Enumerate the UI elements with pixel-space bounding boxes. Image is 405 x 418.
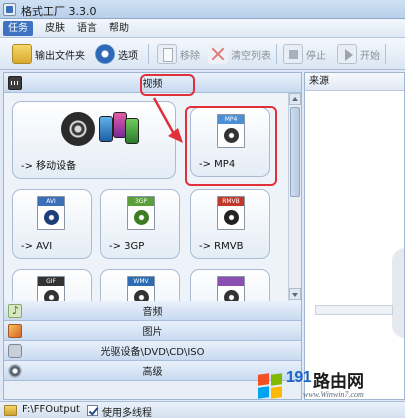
folder-icon	[12, 44, 32, 64]
music-note-icon	[8, 304, 22, 318]
film-icon	[8, 76, 22, 90]
tile-avi-label: -> AVI	[21, 241, 53, 252]
category-audio-label: 音频	[142, 307, 163, 318]
category-disc[interactable]: 光驱设备\DVD\CD\ISO	[4, 341, 301, 361]
clear-list-button[interactable]: 清空列表	[208, 42, 271, 66]
watermark-url: www.Winwin7.com	[303, 390, 364, 399]
tile-rmvb[interactable]: RMVB -> RMVB	[190, 189, 270, 259]
options-icon	[95, 44, 115, 64]
picture-icon	[8, 324, 22, 338]
remove-label: 移除	[180, 50, 200, 62]
remove-icon	[157, 44, 177, 64]
window-title: 格式工厂 3.3.0	[21, 5, 97, 18]
tile-wmv[interactable]: WMV	[100, 269, 180, 301]
tile-scrollbar[interactable]	[288, 93, 301, 301]
menu-item-skin[interactable]: 皮肤	[40, 21, 70, 36]
mobile-device-icon	[61, 110, 141, 154]
wmv-badge: WMV	[128, 277, 154, 286]
scrollbar-thumb[interactable]	[290, 107, 300, 197]
toolbar-separator	[148, 44, 149, 64]
category-advanced[interactable]: 高级	[4, 361, 301, 381]
stop-button[interactable]: 停止	[283, 42, 326, 66]
avi-badge: AVI	[38, 197, 64, 206]
toolbar-separator	[276, 44, 277, 64]
menu-item-language[interactable]: 语言	[72, 21, 102, 36]
gif-badge: GIF	[38, 277, 64, 286]
panel-decoration	[392, 248, 404, 338]
options-button[interactable]: 选项	[95, 42, 138, 66]
toolbar-separator	[385, 44, 386, 64]
panel-filler	[4, 381, 301, 399]
disc-drive-icon	[8, 344, 22, 358]
menu-item-task[interactable]: 任务	[3, 21, 33, 36]
stop-label: 停止	[306, 50, 326, 62]
clear-icon	[208, 44, 228, 64]
tile-gif[interactable]: GIF	[12, 269, 92, 301]
watermark-text: 路由网	[313, 372, 364, 392]
rmvb-badge: RMVB	[218, 197, 244, 206]
tile-format[interactable]	[190, 269, 270, 301]
category-image[interactable]: 图片	[4, 321, 301, 341]
options-label: 选项	[118, 50, 138, 62]
multithread-checkbox[interactable]	[87, 405, 98, 416]
output-folder-button[interactable]: 输出文件夹	[12, 42, 85, 66]
start-button[interactable]: 开始	[337, 42, 380, 66]
tile-3gp[interactable]: 3GP -> 3GP	[100, 189, 180, 259]
app-icon	[3, 3, 16, 16]
start-label: 开始	[360, 50, 380, 62]
file-list-panel: 来源	[304, 72, 405, 400]
category-disc-label: 光驱设备\DVD\CD\ISO	[100, 347, 205, 358]
output-path: F:\FFOutput	[22, 404, 80, 415]
start-icon	[337, 44, 357, 64]
horizontal-scrollbar[interactable]	[315, 305, 393, 315]
scroll-down-arrow-icon[interactable]	[289, 288, 301, 300]
source-column-header[interactable]: 来源	[305, 73, 404, 91]
stop-icon	[283, 44, 303, 64]
menu-bar: 任务 皮肤 语言 帮助	[0, 19, 405, 38]
remove-button[interactable]: 移除	[157, 42, 200, 66]
output-folder-label: 输出文件夹	[35, 50, 85, 62]
multithread-label: 使用多线程	[102, 408, 152, 418]
folder-icon[interactable]	[4, 405, 17, 416]
category-image-label: 图片	[142, 327, 163, 338]
tile-rmvb-label: -> RMVB	[199, 241, 244, 252]
scroll-up-arrow-icon[interactable]	[289, 93, 301, 105]
video-category-highlight	[140, 74, 195, 96]
category-advanced-label: 高级	[142, 367, 163, 378]
clear-list-label: 清空列表	[231, 50, 271, 62]
tile-3gp-label: -> 3GP	[109, 241, 145, 252]
toolbar: 输出文件夹 选项 移除 清空列表 停止 开始	[0, 38, 405, 70]
3gp-badge: 3GP	[128, 197, 154, 206]
tile-mobile-device-label: -> 移动设备	[21, 161, 77, 172]
status-bar: F:\FFOutput 使用多线程	[0, 401, 405, 418]
gear-icon	[8, 364, 22, 378]
mp4-tile-highlight	[185, 106, 277, 186]
windows-logo-icon	[258, 373, 284, 400]
tile-mobile-device[interactable]: -> 移动设备	[12, 101, 176, 179]
title-bar: 格式工厂 3.3.0	[0, 0, 405, 19]
watermark-number: 191	[286, 369, 312, 386]
menu-item-help[interactable]: 帮助	[104, 21, 134, 36]
tile-avi[interactable]: AVI -> AVI	[12, 189, 92, 259]
category-audio[interactable]: 音频	[4, 301, 301, 321]
